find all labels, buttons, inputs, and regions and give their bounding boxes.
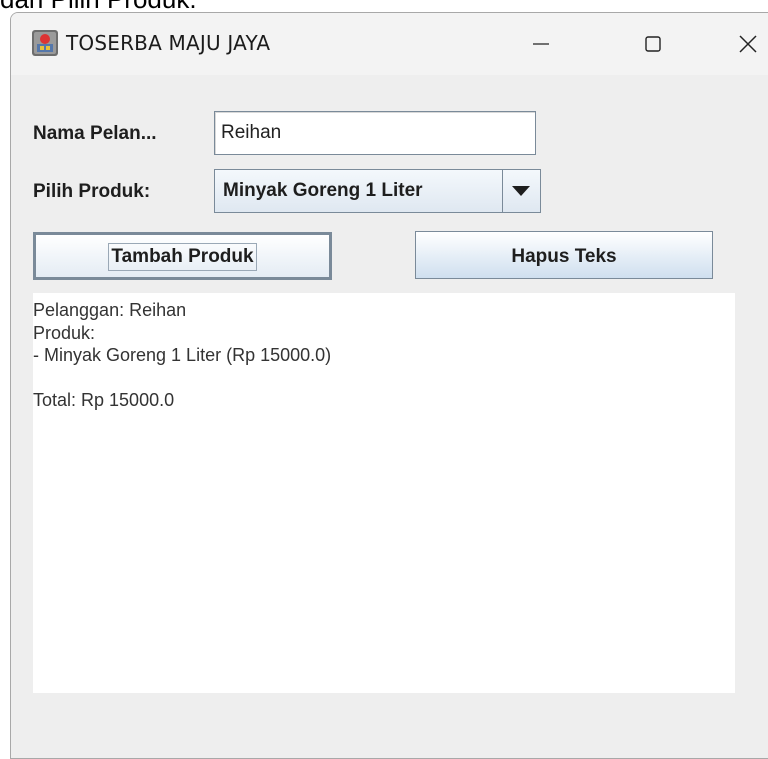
close-button[interactable]: [713, 13, 768, 75]
output-line: Total: Rp 15000.0: [33, 390, 175, 410]
chevron-down-icon[interactable]: [509, 180, 533, 202]
product-select-value: Minyak Goreng 1 Liter: [223, 180, 423, 201]
customer-name-input[interactable]: [214, 111, 536, 155]
add-product-button[interactable]: Tambah Produk: [33, 232, 332, 280]
app-window: TOSERBA MAJU JAYA Nama Pelan... Pilih Pr…: [10, 12, 768, 759]
output-text-area[interactable]: Pelanggan: Reihan Produk: - Minyak Goren…: [33, 293, 735, 693]
output-line: - Minyak Goreng 1 Liter (Rp 15000.0): [33, 345, 332, 365]
add-product-label: Tambah Produk: [108, 243, 257, 271]
combo-divider: [502, 170, 503, 212]
output-line: Produk:: [33, 322, 96, 343]
output-line: Pelanggan: Reihan: [33, 300, 187, 320]
product-label: Pilih Produk:: [33, 181, 151, 202]
java-app-icon: [32, 30, 58, 56]
clear-text-button[interactable]: Hapus Teks: [415, 231, 713, 279]
clear-text-label: Hapus Teks: [511, 246, 617, 267]
minimize-icon: [533, 43, 549, 45]
name-label: Nama Pelan...: [33, 123, 157, 144]
close-icon: [739, 35, 757, 53]
minimize-button[interactable]: [506, 13, 576, 75]
maximize-button[interactable]: [618, 13, 688, 75]
product-select[interactable]: Minyak Goreng 1 Liter: [214, 169, 541, 213]
maximize-icon: [645, 36, 661, 52]
window-title: TOSERBA MAJU JAYA: [66, 31, 271, 55]
title-bar[interactable]: TOSERBA MAJU JAYA: [11, 13, 768, 75]
